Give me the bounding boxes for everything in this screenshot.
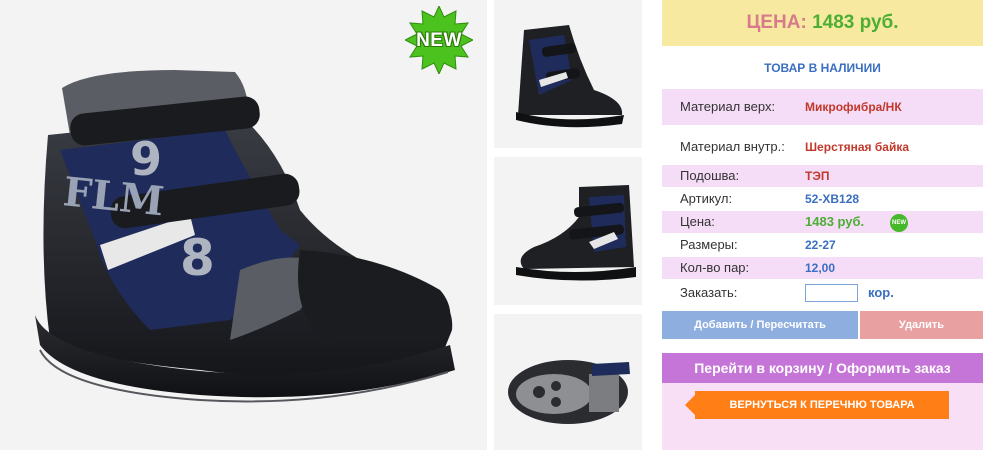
back-to-list-button[interactable]: ВЕРНУТЬСЯ К ПЕРЕЧНЮ ТОВАРА <box>685 391 949 419</box>
spec-label: Размеры: <box>680 237 738 252</box>
thumbnail-strip <box>487 0 657 450</box>
spec-value: 1483 руб. <box>805 214 865 229</box>
spec-value: 52-XB128 <box>805 192 860 206</box>
new-badge-label: NEW <box>416 30 462 51</box>
order-unit-label: кор. <box>868 285 894 300</box>
delete-button[interactable]: Удалить <box>860 311 983 339</box>
cart-actions-area: Перейти в корзину / Оформить заказ ВЕРНУ… <box>662 353 983 450</box>
spec-row-material-top: Материал верх: Микрофибра/НК <box>662 89 983 125</box>
spec-value: ТЭП <box>805 169 830 183</box>
spec-row-sizes: Размеры: 22-27 <box>662 234 983 256</box>
spec-label: Материал внутр.: <box>680 139 785 154</box>
order-quantity-input[interactable] <box>805 284 858 302</box>
main-product-photo[interactable]: FLM 9 8 NEW <box>0 0 487 450</box>
stock-status: ТОВАР В НАЛИЧИИ <box>764 61 881 75</box>
boot-front-thumbnail-image <box>516 25 624 128</box>
spec-row-article: Артикул: 52-XB128 <box>662 188 983 210</box>
spec-value: Шерстяная байка <box>805 140 910 154</box>
spec-label: Материал верх: <box>680 99 776 114</box>
spec-value: 22-27 <box>805 238 836 252</box>
spec-row-price: Цена: 1483 руб. NEW <box>662 211 983 233</box>
price-header-value: 1483 руб. <box>812 12 899 33</box>
add-recalculate-button[interactable]: Добавить / Пересчитать <box>662 311 858 339</box>
spec-label: Артикул: <box>680 191 733 206</box>
thumbnail-side-view[interactable] <box>494 157 642 305</box>
spec-row-sole: Подошва: ТЭП <box>662 165 983 187</box>
spec-label: Заказать: <box>680 285 738 300</box>
boot-print-number-9: 9 <box>130 132 162 186</box>
boot-side-thumbnail-image <box>516 185 636 281</box>
thumbnail-front-view[interactable] <box>494 0 642 148</box>
spec-label: Подошва: <box>680 168 740 183</box>
boot-print-number-8: 8 <box>180 229 215 287</box>
mini-new-badge-icon: NEW <box>890 214 908 232</box>
spec-value: Микрофибра/НК <box>805 100 902 114</box>
price-header: ЦЕНА: 1483 руб. <box>662 0 983 46</box>
thumbnail-sole-view[interactable] <box>494 314 642 450</box>
spec-label: Цена: <box>680 214 715 229</box>
spec-row-pairs: Кол-во пар: 12,00 <box>662 257 983 279</box>
spec-row-material-inner: Материал внутр.: Шерстяная байка <box>662 129 983 165</box>
price-header-label: ЦЕНА: <box>746 12 807 33</box>
spec-label: Кол-во пар: <box>680 260 750 275</box>
go-to-cart-button[interactable]: Перейти в корзину / Оформить заказ <box>662 353 983 383</box>
spec-value: 12,00 <box>805 261 836 275</box>
boot-sole-thumbnail-image <box>508 360 630 424</box>
product-info-panel: ЦЕНА: 1483 руб. ТОВАР В НАЛИЧИИ Материал… <box>662 0 983 450</box>
new-badge: NEW <box>405 6 473 74</box>
spec-row-order: Заказать: кор. <box>662 282 983 304</box>
